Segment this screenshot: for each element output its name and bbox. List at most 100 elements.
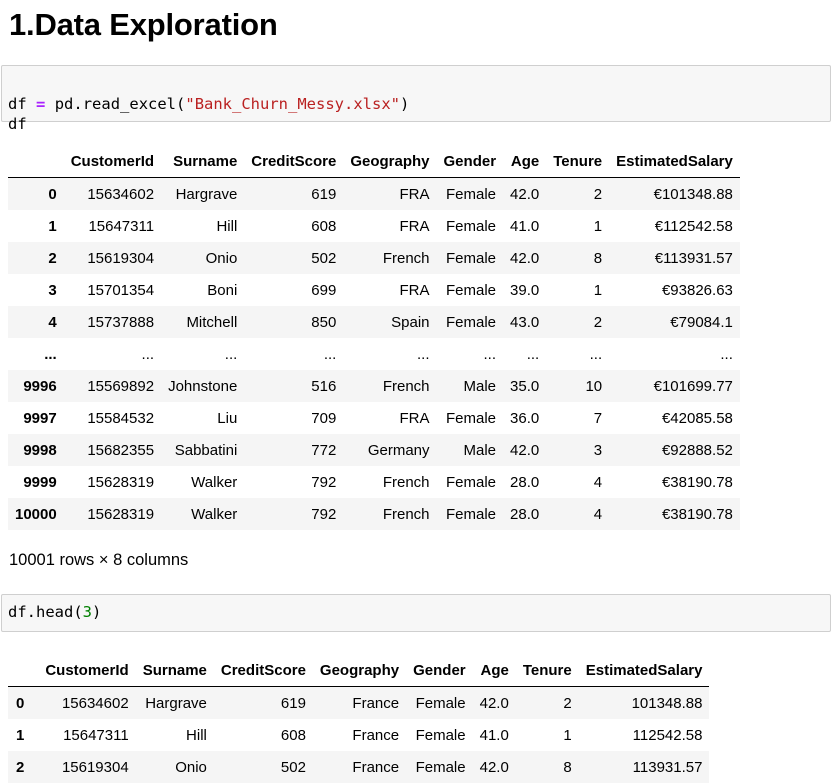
code-call: pd.read_excel(	[54, 95, 186, 113]
table-cell: 42.0	[510, 441, 540, 459]
table-row: 1 15647311 Hill 608 France Female 41.0 1 112542.…	[8, 719, 710, 751]
table-cell: FRA	[399, 185, 430, 203]
code-cell-head[interactable]: df.head(3)	[1, 594, 831, 632]
code-string-arg: "Bank_Churn_Messy.xlsx"	[185, 95, 400, 113]
row-index: 0	[48, 185, 57, 203]
row-index: 1	[16, 726, 25, 744]
table-cell: 28.0	[510, 505, 540, 523]
row-index: 9998	[23, 441, 57, 459]
code-var: df	[8, 95, 27, 113]
row-index: 0	[16, 694, 25, 712]
table-cell: 3	[593, 441, 603, 459]
table-cell: Female	[415, 758, 466, 776]
table-cell: FRA	[399, 281, 430, 299]
table-cell: Boni	[207, 281, 238, 299]
table-cell: Female	[446, 185, 497, 203]
column-header: CreditScore	[244, 145, 344, 178]
table-cell: Hargrave	[145, 694, 207, 712]
table-cell: 36.0	[510, 409, 540, 427]
table-cell: Hill	[216, 217, 238, 235]
table-cell: €79084.1	[670, 313, 733, 331]
table-cell: €42085.58	[661, 409, 733, 427]
column-header: Tenure	[515, 654, 579, 687]
table-cell: €112542.58	[654, 217, 733, 235]
column-header: CustomerId	[38, 654, 136, 687]
table-cell: 8	[593, 249, 603, 267]
table-cell: 4	[593, 505, 603, 523]
table-cell: €101348.88	[653, 185, 733, 203]
code-close-paren: )	[400, 95, 410, 113]
table-cell: Germany	[367, 441, 430, 459]
table-header-row: CustomerId Surname CreditScore Geography Gen…	[8, 145, 740, 178]
code-cell-read-excel[interactable]: df = pd.read_excel("Bank_Churn_Messy.xls…	[1, 65, 831, 133]
table-cell: 1	[563, 726, 572, 744]
table-cell: 15634602	[87, 185, 155, 203]
table-row: 1 15647311 Hill 608 FRA Female 41.0 1 €112542.58	[8, 210, 740, 242]
row-index: 2	[16, 758, 25, 776]
table-cell: Mitchell	[186, 313, 238, 331]
table-cell: 709	[311, 409, 337, 427]
table-cell: Female	[446, 505, 497, 523]
table-cell: 502	[311, 249, 337, 267]
table-cell: 101348.88	[631, 694, 703, 712]
table-row: 9997 15584532 Liu 709 FRA Female 36.0 7 €42085.5…	[8, 402, 740, 434]
table-cell: 15682355	[87, 441, 155, 459]
column-header: EstimatedSalary	[609, 145, 740, 178]
row-index: 10000	[15, 505, 57, 523]
table-cell: Walker	[191, 473, 238, 491]
table-cell: ...	[417, 345, 430, 363]
row-index: 2	[48, 249, 57, 267]
table-cell: 4	[593, 473, 603, 491]
table-cell: 1	[593, 281, 603, 299]
column-header: Tenure	[546, 145, 610, 178]
column-header: CustomerId	[63, 145, 162, 178]
row-index: 9996	[23, 377, 57, 395]
table-cell: French	[382, 377, 430, 395]
code-number-arg: 3	[82, 603, 92, 621]
table-cell: 10	[585, 377, 603, 395]
table-cell: Male	[463, 441, 497, 459]
column-header: Age	[503, 145, 547, 178]
table-cell: 42.0	[479, 758, 509, 776]
table-cell: 772	[311, 441, 337, 459]
row-index: 9997	[23, 409, 57, 427]
table-header-row: CustomerId Surname CreditScore Geography Gen…	[8, 654, 710, 687]
table-cell: 15737888	[87, 313, 155, 331]
table-cell: France	[352, 694, 400, 712]
table-cell: 35.0	[510, 377, 540, 395]
table-cell: Johnstone	[168, 377, 238, 395]
table-row: 2 15619304 Onio 502 French Female 42.0 8 €113931…	[8, 242, 740, 274]
table-cell: 792	[311, 473, 337, 491]
table-cell: 15569892	[87, 377, 155, 395]
column-header: Geography	[312, 654, 407, 687]
table-cell: 1	[593, 217, 603, 235]
table-cell: 502	[280, 758, 306, 776]
table-cell: FRA	[399, 217, 430, 235]
table-cell: 15628319	[87, 505, 155, 523]
row-index: 9999	[23, 473, 57, 491]
table-cell: Male	[463, 377, 497, 395]
table-cell: FRA	[399, 409, 430, 427]
table-cell: Onio	[175, 758, 207, 776]
table-cell: 8	[563, 758, 572, 776]
column-header: Surname	[135, 654, 214, 687]
table-cell: Walker	[191, 505, 238, 523]
table-cell: Liu	[217, 409, 238, 427]
row-index: 3	[48, 281, 57, 299]
table-cell: 15619304	[61, 758, 129, 776]
dataframe-table-head: CustomerId Surname CreditScore Geography Gen…	[8, 654, 710, 783]
table-cell: 15619304	[87, 249, 155, 267]
dataframe-table-full: CustomerId Surname CreditScore Geography Gen…	[8, 145, 740, 530]
table-row: 3 15701354 Boni 699 FRA Female 39.0 1 €93826.63	[8, 274, 740, 306]
section-heading: 1.Data Exploration	[9, 7, 278, 42]
code-line-1: df = pd.read_excel("Bank_Churn_Messy.xls…	[8, 94, 824, 114]
table-cell: 850	[311, 313, 337, 331]
table-cell: ...	[589, 345, 603, 363]
table-row: 9999 15628319 Walker 792 French Female 28.0 4 €3…	[8, 466, 740, 498]
table-cell: 15584532	[87, 409, 155, 427]
table-cell: ...	[323, 345, 337, 363]
table-cell: Female	[446, 249, 497, 267]
column-header: CreditScore	[213, 654, 313, 687]
table-cell: 608	[311, 217, 337, 235]
table-cell: 15647311	[63, 726, 129, 744]
